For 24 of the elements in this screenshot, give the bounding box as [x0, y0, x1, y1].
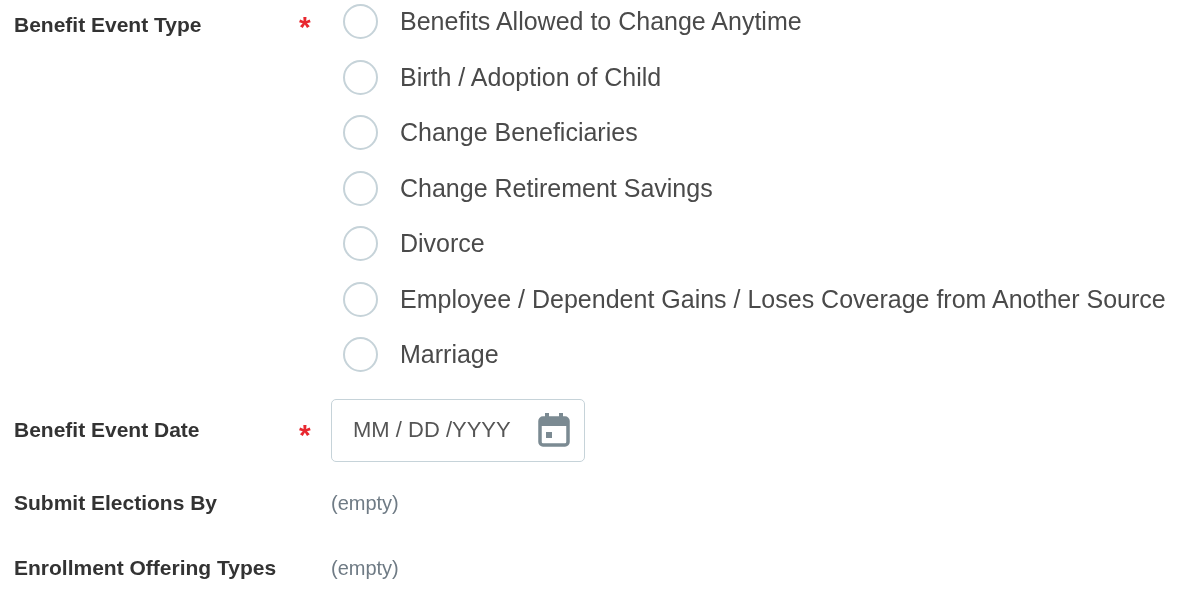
field-value: (empty) — [331, 555, 399, 581]
option-label[interactable]: Change Retirement Savings — [400, 169, 713, 207]
field-label: Benefit Event Date — [14, 417, 201, 444]
radio-button[interactable] — [343, 170, 378, 206]
radio-button[interactable] — [343, 4, 378, 40]
option-label[interactable]: Employee / Dependent Gains / Loses Coverage from Another Source — [400, 280, 1166, 318]
option-label[interactable]: Divorce — [400, 225, 485, 263]
option-label[interactable]: Benefits Allowed to Change Anytime — [400, 3, 802, 41]
calendar-icon[interactable] — [537, 411, 571, 448]
radio-button[interactable] — [343, 337, 378, 373]
radio-button[interactable] — [343, 226, 378, 262]
required-mark: * — [299, 418, 311, 451]
radio-button[interactable] — [343, 115, 378, 151]
radio-button[interactable] — [343, 281, 378, 317]
option-label[interactable]: Birth / Adoption of Child — [400, 58, 662, 96]
field-label: Enrollment Offering Types — [14, 554, 278, 581]
field-label: Benefit Event Type — [14, 12, 203, 38]
required-mark: * — [299, 10, 311, 43]
field-label: Submit Elections By — [14, 489, 219, 516]
radio-button[interactable] — [343, 59, 378, 95]
field-value: (empty) — [331, 490, 399, 516]
option-label[interactable]: Marriage — [400, 336, 499, 374]
date-field[interactable]: MM / DD /YYYY — [331, 398, 585, 462]
option-label[interactable]: Change Beneficiaries — [400, 114, 638, 152]
